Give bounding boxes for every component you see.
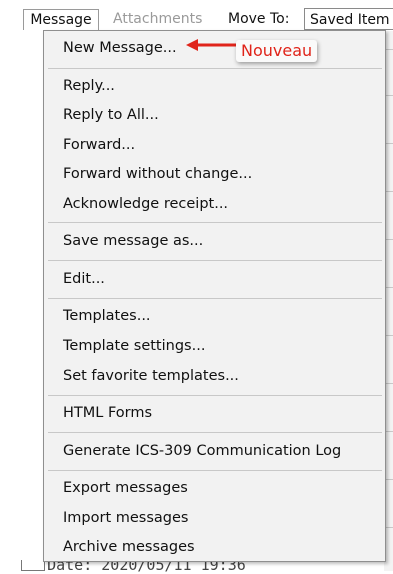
menu-item-reply-to-all[interactable]: Reply to All...	[63, 103, 159, 127]
menu-separator	[48, 395, 382, 396]
menu-item-forward[interactable]: Forward...	[63, 133, 135, 157]
menu-item-archive-messages[interactable]: Archive messages	[63, 535, 195, 559]
menu-item-save-message-as[interactable]: Save message as...	[63, 229, 203, 253]
menu-separator	[48, 68, 382, 69]
menu-item-html-forms[interactable]: HTML Forms	[63, 401, 152, 425]
menu-item-generate-ics-309[interactable]: Generate ICS-309 Communication Log	[63, 439, 341, 463]
message-dropdown-menu: New Message... Reply... Reply to All... …	[43, 30, 386, 562]
menu-bar: Message Attachments Move To: Saved Item	[0, 0, 393, 31]
menu-item-reply[interactable]: Reply...	[63, 74, 115, 98]
menu-separator	[48, 260, 382, 261]
move-to-label: Move To:	[228, 11, 290, 27]
menu-item-import-messages[interactable]: Import messages	[63, 506, 188, 530]
menu-separator	[48, 432, 382, 433]
menu-separator	[48, 298, 382, 299]
menu-separator	[48, 470, 382, 471]
move-to-folder-select[interactable]: Saved Item	[304, 8, 393, 30]
menu-attachments[interactable]: Attachments	[113, 9, 202, 30]
menu-item-set-favorite-templates[interactable]: Set favorite templates...	[63, 364, 239, 388]
menu-item-template-settings[interactable]: Template settings...	[63, 334, 205, 358]
menu-item-export-messages[interactable]: Export messages	[63, 476, 188, 500]
menu-item-edit[interactable]: Edit...	[63, 267, 105, 291]
menu-message[interactable]: Message	[23, 9, 99, 30]
menu-separator	[48, 222, 382, 223]
annotation-label: Nouveau	[236, 40, 318, 62]
menu-item-forward-without-change[interactable]: Forward without change...	[63, 162, 252, 186]
menu-item-acknowledge-receipt[interactable]: Acknowledge receipt...	[63, 192, 228, 216]
menu-item-templates[interactable]: Templates...	[63, 304, 151, 328]
menu-item-new-message[interactable]: New Message...	[63, 36, 177, 60]
